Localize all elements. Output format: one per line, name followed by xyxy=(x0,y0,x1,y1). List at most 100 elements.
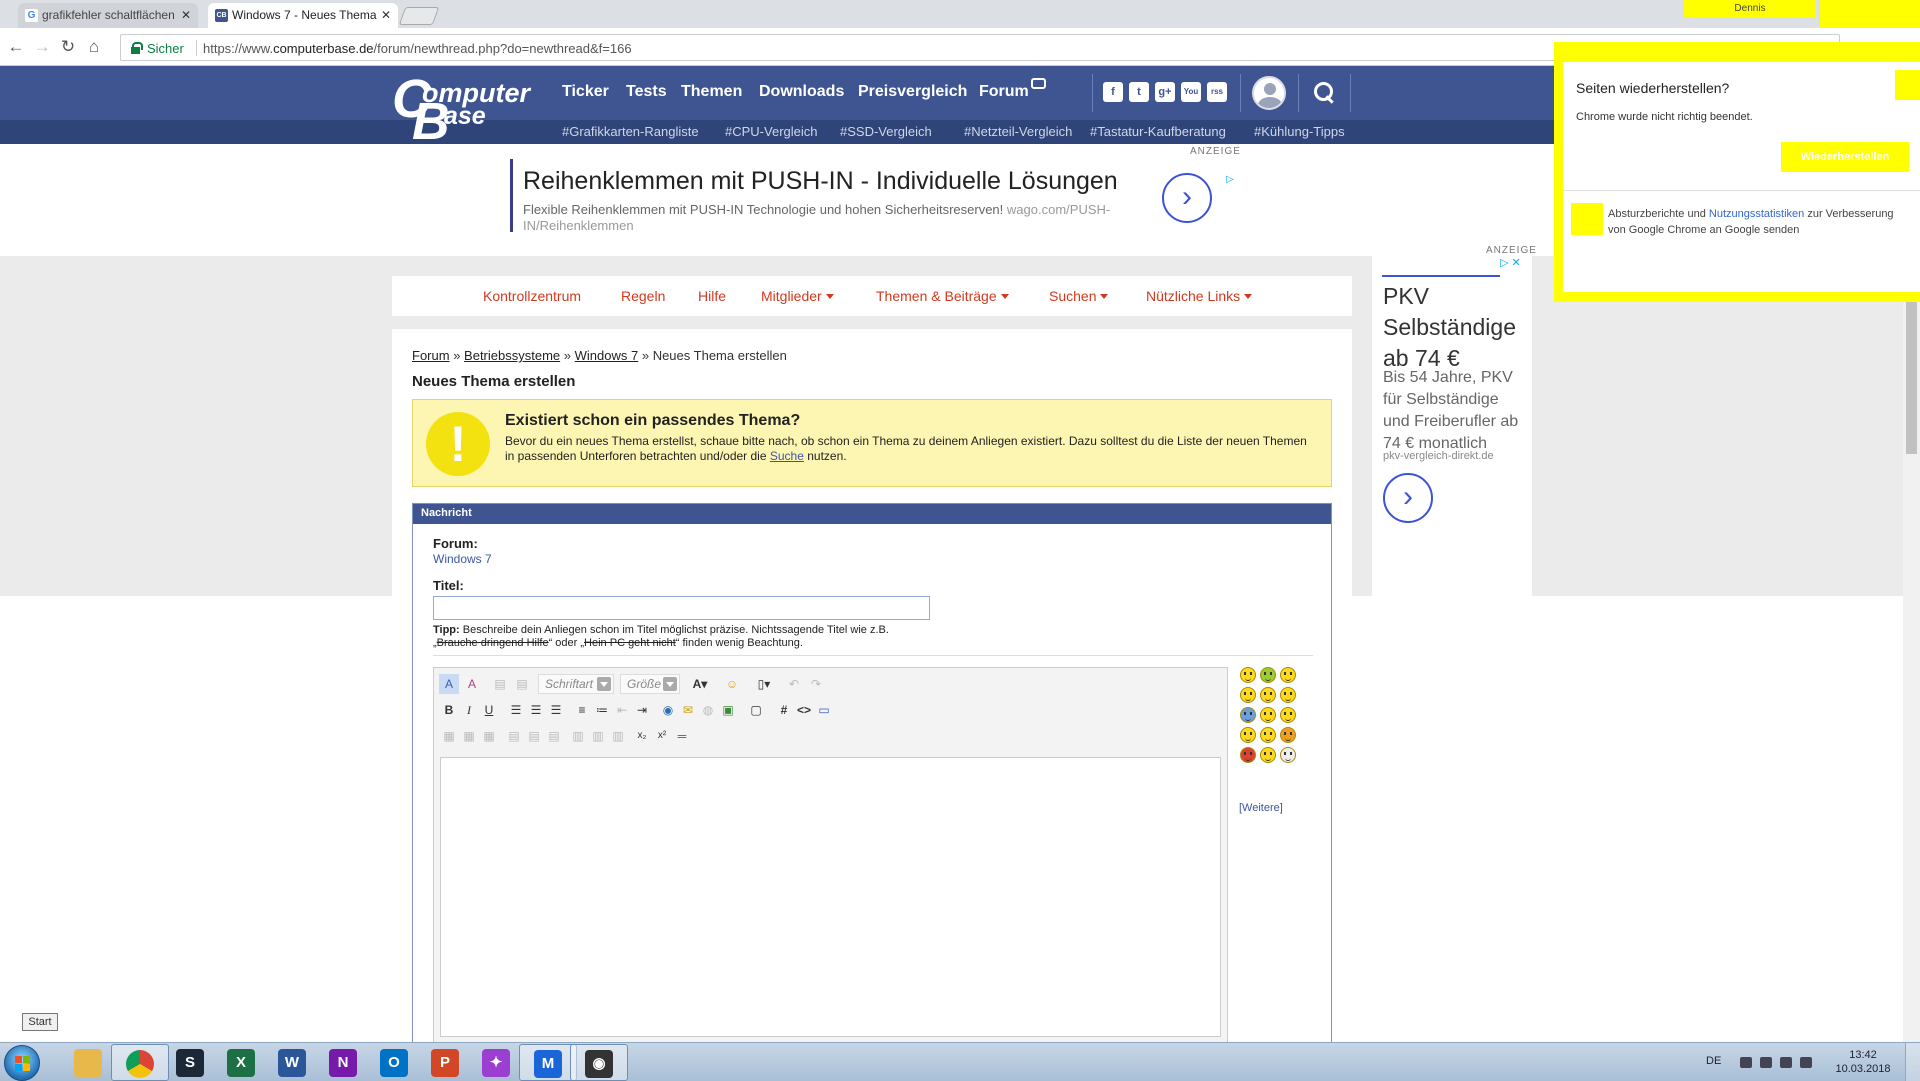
taskbar-app-excel[interactable]: X xyxy=(213,1044,271,1081)
hashtag-link[interactable]: #Grafikkarten-Rangliste xyxy=(562,124,699,139)
row-below-icon[interactable]: ▤ xyxy=(524,726,544,746)
taskbar-app-onenote[interactable]: N xyxy=(315,1044,373,1081)
network-icon[interactable] xyxy=(1780,1057,1792,1068)
link-icon[interactable]: ◉ xyxy=(658,700,678,720)
side-ad[interactable]: ▷ ✕ PKV Selbständige ab 74 € Bis 54 Jahr… xyxy=(1372,256,1532,746)
paste-icon[interactable]: ▤ xyxy=(512,674,532,694)
title-input[interactable] xyxy=(433,596,930,620)
restore-button[interactable]: Wiederherstellen xyxy=(1781,142,1909,172)
italic-icon[interactable]: I xyxy=(459,700,479,720)
nav-downloads[interactable]: Downloads xyxy=(759,83,844,101)
smiley-nerd-icon[interactable] xyxy=(1260,727,1276,743)
message-textarea[interactable] xyxy=(440,757,1221,1037)
youtube-icon[interactable]: You xyxy=(1181,82,1201,102)
breadcrumb-betriebssysteme[interactable]: Betriebssysteme xyxy=(464,348,560,363)
adchoices-icon[interactable]: ▷ ✕ xyxy=(1500,256,1521,269)
smiley-insert-icon[interactable]: ☺ xyxy=(722,674,742,694)
align-left-icon[interactable]: ☰ xyxy=(506,700,526,720)
taskbar-app-word[interactable]: W xyxy=(264,1044,322,1081)
chevron-right-icon[interactable]: › xyxy=(1162,173,1212,223)
hashtag-link[interactable]: #CPU-Vergleich xyxy=(725,124,818,139)
quote-icon[interactable]: ▢ xyxy=(746,700,766,720)
taskbar-app-media-app[interactable]: ◉ xyxy=(570,1044,628,1081)
smiley-rolleyes-icon[interactable] xyxy=(1260,707,1276,723)
profile-button[interactable]: Dennis xyxy=(1684,0,1816,17)
volume-icon[interactable] xyxy=(1800,1057,1812,1068)
breadcrumb-windows-7[interactable]: Windows 7 xyxy=(575,348,639,363)
taskbar-app-malwarebytes[interactable]: M xyxy=(519,1044,577,1081)
window-controls[interactable] xyxy=(1820,0,1920,30)
search-icon[interactable] xyxy=(1314,82,1336,104)
underline-icon[interactable]: U xyxy=(479,700,499,720)
smiley-eek-icon[interactable] xyxy=(1260,747,1276,763)
nav-nuetzliche-links[interactable]: Nützliche Links xyxy=(1146,288,1253,304)
superscript-icon[interactable]: x² xyxy=(652,726,672,746)
nav-regeln[interactable]: Regeln xyxy=(621,288,665,304)
start-button[interactable] xyxy=(4,1045,40,1081)
code-icon[interactable]: <> xyxy=(794,700,814,720)
image-icon[interactable]: ▣ xyxy=(718,700,738,720)
smiley-cool-icon[interactable] xyxy=(1280,687,1296,703)
back-arrow-icon[interactable]: ← xyxy=(6,37,26,57)
php-icon[interactable]: ▭ xyxy=(814,700,834,720)
nav-themen[interactable]: Themen xyxy=(681,83,742,101)
nav-hilfe[interactable]: Hilfe xyxy=(698,288,726,304)
new-tab-button[interactable] xyxy=(398,7,440,25)
close-tab-icon[interactable]: ✕ xyxy=(181,8,191,22)
source-mode-icon[interactable]: A xyxy=(462,674,482,694)
top-banner-ad[interactable]: Reihenklemmen mit PUSH-IN - Individuelle… xyxy=(510,159,1236,233)
smiley-frown-icon[interactable] xyxy=(1280,707,1296,723)
smiley-icon[interactable] xyxy=(1240,667,1256,683)
font-family-select[interactable]: Schriftart xyxy=(538,674,614,694)
nav-ticker[interactable]: Ticker xyxy=(562,83,609,101)
ad-title[interactable]: PKV Selbständige ab 74 € xyxy=(1383,281,1529,374)
outdent-icon[interactable]: ⇤ xyxy=(612,700,632,720)
nav-themen-beitraege[interactable]: Themen & Beiträge xyxy=(876,288,1009,304)
font-size-select[interactable]: Größe xyxy=(620,674,680,694)
subscript-icon[interactable]: x₂ xyxy=(632,726,652,746)
taskbar-app-powerpoint[interactable]: P xyxy=(417,1044,475,1081)
nav-forum[interactable]: Forum xyxy=(979,83,1029,101)
wysiwyg-mode-icon[interactable]: A xyxy=(439,674,459,694)
smiley-angry-icon[interactable] xyxy=(1280,727,1296,743)
forward-arrow-icon[interactable]: → xyxy=(32,37,52,57)
taskbar-app-outlook[interactable]: O xyxy=(366,1044,424,1081)
column-right-icon[interactable]: ▥ xyxy=(588,726,608,746)
hashtag-link[interactable]: #SSD-Vergleich xyxy=(840,124,932,139)
indent-icon[interactable]: ⇥ xyxy=(632,700,652,720)
redo-icon[interactable]: ↷ xyxy=(806,674,826,694)
smiley-wink-icon[interactable] xyxy=(1280,667,1296,683)
chevron-right-icon[interactable]: › xyxy=(1383,473,1433,523)
hash-icon[interactable]: # xyxy=(774,700,794,720)
smiley-laugh-icon[interactable] xyxy=(1240,727,1256,743)
bold-icon[interactable]: B xyxy=(439,700,459,720)
hashtag-link[interactable]: #Netzteil-Vergleich xyxy=(964,124,1072,139)
rss-icon[interactable]: rss xyxy=(1207,82,1227,102)
copy-icon[interactable]: ▤ xyxy=(490,674,510,694)
row-above-icon[interactable]: ▤ xyxy=(504,726,524,746)
ordered-list-icon[interactable]: ≡ xyxy=(572,700,592,720)
smiley-devil-icon[interactable] xyxy=(1240,747,1256,763)
attachment-icon[interactable]: ▯▾ xyxy=(750,674,778,694)
hashtag-link[interactable]: #Tastatur-Kaufberatung xyxy=(1090,124,1226,139)
text-color-icon[interactable]: A▾ xyxy=(686,674,714,694)
more-smilies-link[interactable]: [Weitere] xyxy=(1239,802,1283,814)
taskbar-app-game-app[interactable]: ✦ xyxy=(468,1044,526,1081)
nav-mitglieder[interactable]: Mitglieder xyxy=(761,288,834,304)
search-link[interactable]: Suche xyxy=(770,449,804,463)
column-delete-icon[interactable]: ▥ xyxy=(608,726,628,746)
avatar[interactable] xyxy=(1252,76,1286,110)
close-tab-icon[interactable]: ✕ xyxy=(381,8,391,22)
computerbase-logo[interactable]: C omputer B ase xyxy=(392,72,542,148)
send-reports-checkbox[interactable] xyxy=(1571,203,1603,235)
google-plus-icon[interactable]: g+ xyxy=(1155,82,1175,102)
reload-icon[interactable]: ↻ xyxy=(58,37,78,57)
tray-chevron-icon[interactable] xyxy=(1740,1057,1752,1068)
row-delete-icon[interactable]: ▤ xyxy=(544,726,564,746)
close-icon[interactable] xyxy=(1895,70,1920,100)
nav-suchen[interactable]: Suchen xyxy=(1049,288,1109,304)
breadcrumb-forum[interactable]: Forum xyxy=(412,348,450,363)
table-icon[interactable]: ▦ xyxy=(439,726,459,746)
column-left-icon[interactable]: ▥ xyxy=(568,726,588,746)
action-center-flag-icon[interactable] xyxy=(1760,1057,1772,1068)
